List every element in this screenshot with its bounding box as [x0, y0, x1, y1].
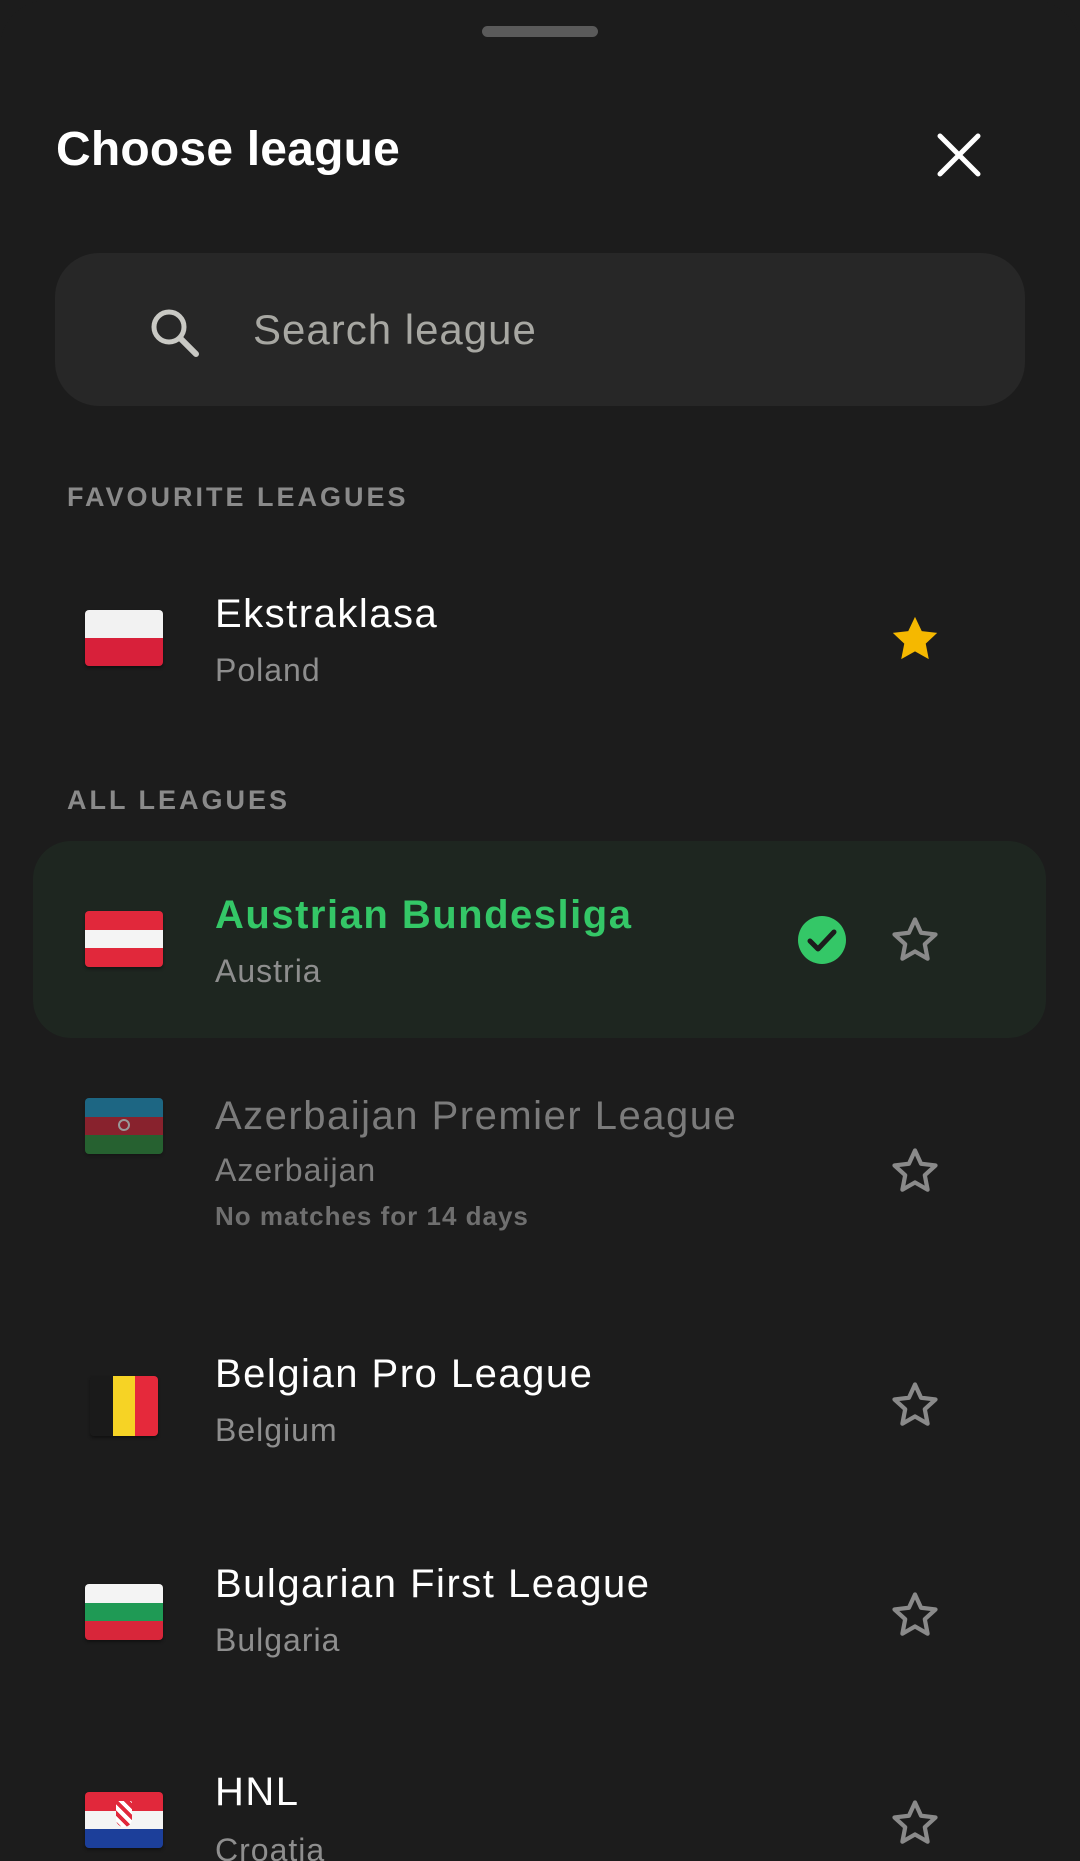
league-name: HNL	[215, 1770, 300, 1814]
league-row-belgian-pro-league[interactable]: Belgian Pro League Belgium	[33, 1320, 1046, 1500]
drag-handle[interactable]	[482, 26, 598, 37]
poland-flag	[85, 610, 163, 666]
star-outline-icon[interactable]	[887, 1377, 943, 1433]
league-country: Poland	[215, 652, 321, 688]
bottom-sheet: Choose league FAVOURITE LEAGUES Ekstrakl…	[0, 0, 1080, 1861]
league-name: Bulgarian First League	[215, 1562, 651, 1606]
belgium-flag	[90, 1376, 158, 1436]
star-filled-icon[interactable]	[887, 611, 943, 667]
league-name: Belgian Pro League	[215, 1352, 594, 1396]
league-row-azerbaijan-premier-league[interactable]: Azerbaijan Premier League Azerbaijan No …	[33, 1060, 1046, 1260]
star-outline-icon[interactable]	[887, 912, 943, 968]
league-name: Austrian Bundesliga	[215, 893, 633, 937]
search-input[interactable]	[251, 289, 995, 371]
league-row-hnl[interactable]: HNL Croatia	[33, 1740, 1046, 1861]
star-outline-icon[interactable]	[887, 1587, 943, 1643]
league-country: Azerbaijan	[215, 1152, 377, 1188]
star-outline-icon[interactable]	[887, 1795, 943, 1851]
search-bar[interactable]	[55, 253, 1025, 406]
league-row-bulgarian-first-league[interactable]: Bulgarian First League Bulgaria	[33, 1530, 1046, 1710]
league-row-ekstraklasa[interactable]: Ekstraklasa Poland	[33, 560, 1046, 720]
azerbaijan-flag	[85, 1098, 163, 1154]
league-country: Bulgaria	[215, 1622, 341, 1658]
search-icon	[151, 309, 199, 357]
all-leagues-heading: ALL LEAGUES	[67, 785, 291, 815]
no-matches-note: No matches for 14 days	[215, 1201, 529, 1231]
star-outline-icon[interactable]	[887, 1143, 943, 1199]
league-row-austrian-bundesliga[interactable]: Austrian Bundesliga Austria	[33, 841, 1046, 1038]
league-name: Azerbaijan Premier League	[215, 1094, 738, 1138]
bulgaria-flag	[85, 1584, 163, 1640]
league-country: Austria	[215, 953, 322, 989]
league-country: Croatia	[215, 1832, 326, 1861]
favourite-leagues-heading: FAVOURITE LEAGUES	[67, 482, 409, 512]
league-name: Ekstraklasa	[215, 592, 439, 636]
league-country: Belgium	[215, 1412, 338, 1448]
page-title: Choose league	[56, 123, 401, 176]
close-icon[interactable]	[934, 130, 984, 180]
austria-flag	[85, 911, 163, 967]
check-circle-icon	[798, 916, 846, 964]
croatia-flag	[85, 1792, 163, 1848]
